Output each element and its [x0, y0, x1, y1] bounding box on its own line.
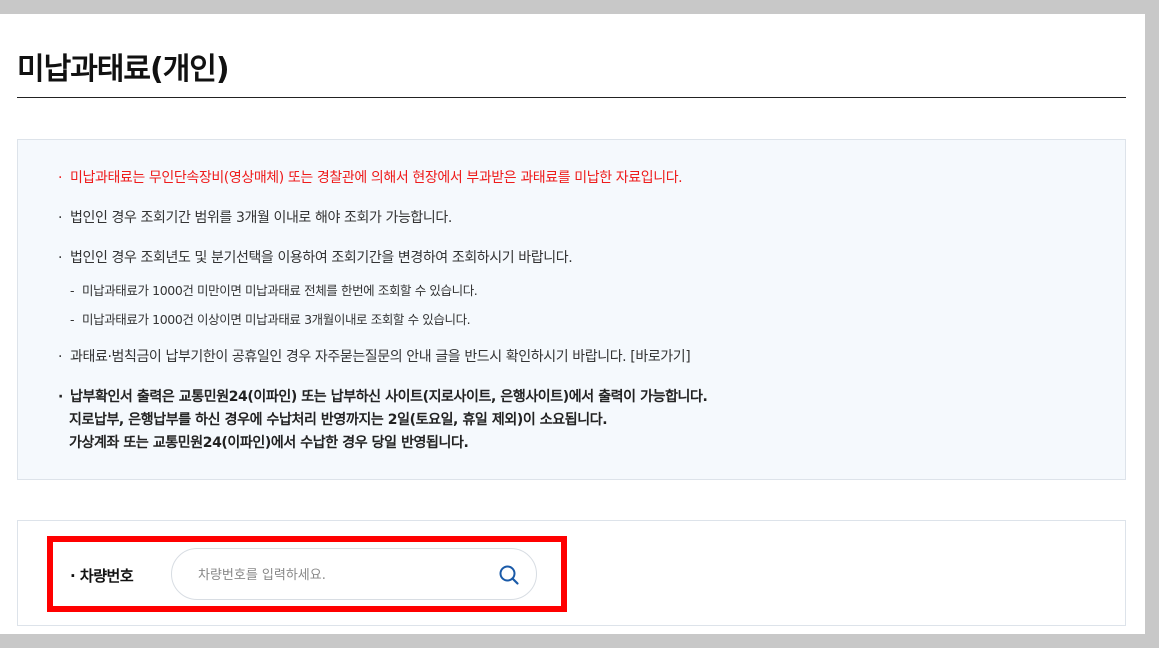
notice-item: · 법인인 경우 조회년도 및 분기선택을 이용하여 조회기간을 변경하여 조회하… [58, 250, 573, 266]
notice-continuation: 가상계좌 또는 교통민원24(이파인)에서 수납한 경우 당일 반영됩니다. [69, 435, 469, 451]
search-panel: · 차량번호 [17, 520, 1126, 626]
page-container: 미납과태료(개인) · 미납과태료는 무인단속장비(영상매체) 또는 경찰관에 의… [0, 14, 1145, 634]
notice-item: · 법인인 경우 조회기간 범위를 3개월 이내로 해야 조회가 가능합니다. [58, 210, 452, 226]
notice-box: · 미납과태료는 무인단속장비(영상매체) 또는 경찰관에 의해서 현장에서 부과… [17, 139, 1126, 480]
notice-continuation: 지로납부, 은행납부를 하신 경우에 수납처리 반영까지는 2일(토요일, 휴일… [69, 412, 608, 428]
title-divider [17, 97, 1126, 98]
vehicle-number-input[interactable] [198, 564, 488, 586]
notice-item: · 납부확인서 출력은 교통민원24(이파인) 또는 납부하신 사이트(지로사이트… [58, 389, 708, 405]
page-title: 미납과태료(개인) [17, 52, 230, 87]
notice-item: · 미납과태료는 무인단속장비(영상매체) 또는 경찰관에 의해서 현장에서 부과… [58, 170, 683, 186]
search-icon[interactable] [498, 564, 520, 586]
notice-subitem: - 미납과태료가 1000건 이상이면 미납과태료 3개월이내로 조회할 수 있습… [70, 312, 471, 327]
search-field-wrapper[interactable] [171, 548, 537, 600]
vehicle-number-label: · 차량번호 [70, 567, 134, 585]
notice-subitem: - 미납과태료가 1000건 미만이면 미납과태료 전체를 한번에 조회할 수 있… [70, 283, 478, 298]
notice-item: · 과태료·범칙금이 납부기한이 공휴일인 경우 자주묻는질문의 안내 글을 반드… [58, 349, 691, 365]
